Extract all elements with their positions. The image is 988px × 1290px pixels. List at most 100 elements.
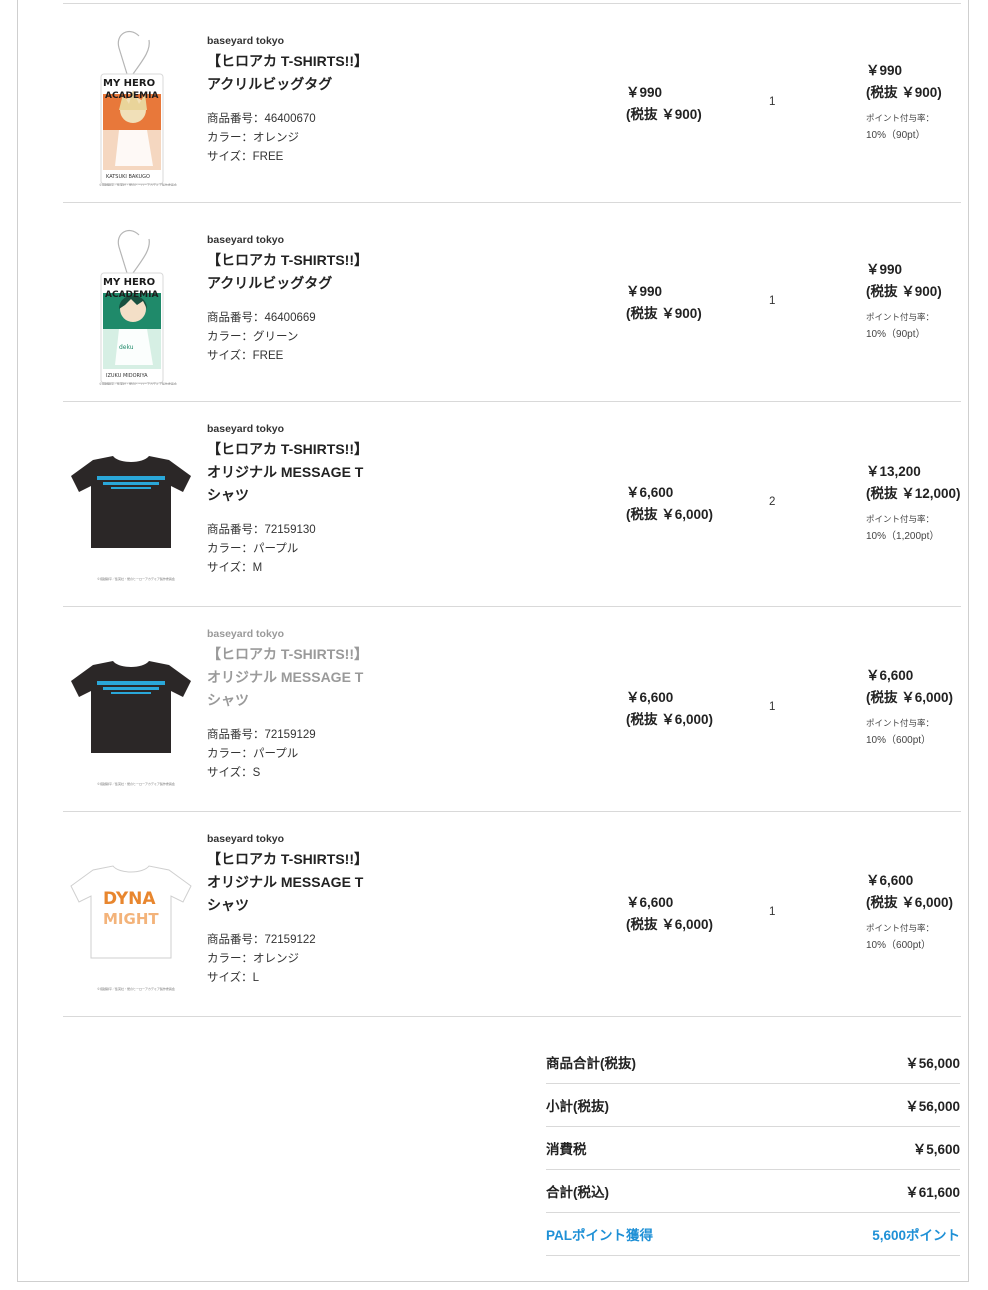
summary-pal-points: PALポイント獲得 5,600ポイント: [546, 1213, 960, 1256]
svg-text:©堀越耕平／集英社・僕のヒーローアカデミア製作委員会: ©堀越耕平／集英社・僕のヒーローアカデミア製作委員会: [97, 576, 175, 581]
points-rate: ポイント付与率： 10%（1,200pt）: [866, 511, 966, 545]
product-name[interactable]: 【ヒロアカ T-SHIRTS!!】オリジナル MESSAGE Tシャツ: [207, 848, 372, 917]
cart-item: ©堀越耕平／集英社・僕のヒーローアカデミア製作委員会 baseyard toky…: [63, 402, 961, 607]
svg-text:MIGHT: MIGHT: [103, 910, 159, 928]
line-subtotal: ￥6,600 (税抜 ￥6,000) ポイント付与率： 10%（600pt）: [866, 870, 966, 954]
product-thumbnail[interactable]: ©堀越耕平／集英社・僕のヒーローアカデミア製作委員会: [63, 424, 199, 584]
product-meta: 商品番号：72159129 カラー：パープル サイズ：S: [207, 726, 372, 783]
cart-item: DYNA MIGHT ©堀越耕平／集英社・僕のヒーローアカデミア製作委員会 ba…: [63, 812, 961, 1017]
points-rate: ポイント付与率： 10%（600pt）: [866, 920, 966, 954]
product-code: 商品番号：72159129: [207, 729, 316, 741]
product-name[interactable]: 【ヒロアカ T-SHIRTS!!】アクリルビッグタグ: [207, 50, 372, 96]
cart-panel: MY HERO ACADEMIA KATSUKI BAKUGO ©堀越耕平／集英…: [17, 0, 969, 1282]
brand-name: baseyard tokyo: [207, 833, 285, 845]
tshirt-image: ©堀越耕平／集英社・僕のヒーローアカデミア製作委員会: [71, 661, 191, 786]
svg-text:KATSUKI BAKUGO: KATSUKI BAKUGO: [106, 174, 150, 180]
svg-text:MY HERO: MY HERO: [103, 78, 155, 89]
summary-items-total: 商品合計(税抜) ￥56,000: [546, 1041, 960, 1084]
subtotal-incl: ￥6,600: [866, 873, 914, 888]
product-name[interactable]: 【ヒロアカ T-SHIRTS!!】オリジナル MESSAGE Tシャツ: [207, 438, 372, 507]
quantity: 1: [769, 96, 776, 108]
product-color: カラー：パープル: [207, 748, 299, 760]
items-total-value: ￥56,000: [905, 1056, 960, 1071]
product-thumbnail[interactable]: ©堀越耕平／集英社・僕のヒーローアカデミア製作委員会: [63, 629, 199, 789]
subtotal-excl: (税抜 ￥12,000): [866, 485, 961, 501]
line-subtotal: ￥990 (税抜 ￥900) ポイント付与率： 10%（90pt）: [866, 259, 966, 343]
product-code: 商品番号：72159130: [207, 524, 316, 536]
points-value: 10%（600pt）: [866, 735, 932, 746]
acrylic-tag-image: MY HERO ACADEMIA KATSUKI BAKUGO ©堀越耕平／集英…: [99, 31, 177, 186]
product-thumbnail[interactable]: deku MY HERO ACADEMIA IZUKU MIDORIYA ©堀越…: [63, 225, 199, 385]
unit-price: ￥6,600 (税抜 ￥6,000): [626, 687, 713, 731]
points-label: ポイント付与率：: [866, 718, 935, 728]
line-subtotal: ￥990 (税抜 ￥900) ポイント付与率： 10%（90pt）: [866, 60, 966, 144]
line-subtotal: ￥13,200 (税抜 ￥12,000) ポイント付与率： 10%（1,200p…: [866, 461, 966, 545]
product-thumbnail[interactable]: MY HERO ACADEMIA KATSUKI BAKUGO ©堀越耕平／集英…: [63, 26, 199, 186]
product-code: 商品番号：46400669: [207, 312, 316, 324]
product-code: 商品番号：46400670: [207, 113, 316, 125]
line-subtotal: ￥6,600 (税抜 ￥6,000) ポイント付与率： 10%（600pt）: [866, 665, 966, 749]
points-rate: ポイント付与率： 10%（90pt）: [866, 309, 966, 343]
cart-item: MY HERO ACADEMIA KATSUKI BAKUGO ©堀越耕平／集英…: [63, 4, 961, 203]
product-thumbnail[interactable]: DYNA MIGHT ©堀越耕平／集英社・僕のヒーローアカデミア製作委員会: [63, 834, 199, 994]
svg-text:deku: deku: [119, 344, 134, 351]
unit-price-incl: ￥990: [626, 284, 663, 299]
subtotal-value: ￥56,000: [905, 1099, 960, 1114]
svg-text:MY HERO: MY HERO: [103, 277, 155, 288]
points-label: ポイント付与率：: [866, 113, 935, 123]
unit-price-excl: (税抜 ￥900): [626, 306, 702, 321]
items-total-label: 商品合計(税抜): [546, 1056, 636, 1071]
product-size: サイズ：S: [207, 767, 261, 779]
product-name[interactable]: 【ヒロアカ T-SHIRTS!!】アクリルビッグタグ: [207, 249, 372, 295]
unit-price-excl: (税抜 ￥6,000): [626, 507, 714, 522]
cart-items: MY HERO ACADEMIA KATSUKI BAKUGO ©堀越耕平／集英…: [63, 3, 961, 1017]
svg-text:©堀越耕平／集英社・僕のヒーローアカデミア製作委員会: ©堀越耕平／集英社・僕のヒーローアカデミア製作委員会: [97, 986, 175, 991]
unit-price-incl: ￥990: [626, 85, 663, 100]
product-meta: 商品番号：72159122 カラー：オレンジ サイズ：L: [207, 931, 372, 988]
points-value: 10%（90pt）: [866, 329, 926, 340]
svg-text:ACADEMIA: ACADEMIA: [105, 91, 158, 101]
subtotal-incl: ￥990: [866, 262, 903, 277]
pal-points-value: 5,600ポイント: [872, 1228, 960, 1243]
svg-text:IZUKU MIDORIYA: IZUKU MIDORIYA: [106, 373, 148, 379]
subtotal-incl: ￥6,600: [866, 668, 914, 683]
tshirt-image: ©堀越耕平／集英社・僕のヒーローアカデミア製作委員会: [71, 456, 191, 581]
svg-text:DYNA: DYNA: [103, 889, 156, 909]
product-size: サイズ：L: [207, 972, 260, 984]
unit-price-incl: ￥6,600: [626, 895, 674, 910]
product-meta: 商品番号：46400670 カラー：オレンジ サイズ：FREE: [207, 110, 372, 167]
unit-price-incl: ￥6,600: [626, 690, 674, 705]
subtotal-excl: (税抜 ￥6,000): [866, 689, 954, 705]
tshirt-image: DYNA MIGHT ©堀越耕平／集英社・僕のヒーローアカデミア製作委員会: [70, 865, 192, 991]
summary-total: 合計(税込) ￥61,600: [546, 1170, 960, 1213]
tax-value: ￥5,600: [912, 1142, 960, 1157]
summary-tax: 消費税 ￥5,600: [546, 1127, 960, 1170]
product-name[interactable]: 【ヒロアカ T-SHIRTS!!】オリジナル MESSAGE Tシャツ: [207, 643, 372, 712]
product-info: baseyard tokyo 【ヒロアカ T-SHIRTS!!】オリジナル ME…: [207, 832, 372, 988]
subtotal-label: 小計(税抜): [546, 1099, 609, 1114]
unit-price-excl: (税抜 ￥900): [626, 107, 702, 122]
quantity: 1: [769, 906, 776, 918]
svg-text:©堀越耕平／集英社・僕のヒーローアカデミア製作委員会: ©堀越耕平／集英社・僕のヒーローアカデミア製作委員会: [99, 182, 177, 186]
product-color: カラー：オレンジ: [207, 953, 299, 965]
unit-price-incl: ￥6,600: [626, 485, 674, 500]
product-color: カラー：パープル: [207, 543, 299, 555]
svg-text:ACADEMIA: ACADEMIA: [105, 290, 158, 300]
points-value: 10%（90pt）: [866, 130, 926, 141]
points-label: ポイント付与率：: [866, 514, 935, 524]
pal-points-label: PALポイント獲得: [546, 1228, 653, 1243]
unit-price: ￥6,600 (税抜 ￥6,000): [626, 482, 713, 526]
points-value: 10%（600pt）: [866, 940, 932, 951]
unit-price-excl: (税抜 ￥6,000): [626, 917, 714, 932]
brand-name: baseyard tokyo: [207, 35, 285, 47]
product-info: baseyard tokyo 【ヒロアカ T-SHIRTS!!】アクリルビッグタ…: [207, 233, 372, 366]
points-label: ポイント付与率：: [866, 923, 935, 933]
subtotal-excl: (税抜 ￥6,000): [866, 894, 954, 910]
product-size: サイズ：FREE: [207, 350, 284, 362]
total-label: 合計(税込): [546, 1185, 609, 1200]
summary-subtotal: 小計(税抜) ￥56,000: [546, 1084, 960, 1127]
subtotal-incl: ￥13,200: [866, 464, 921, 479]
product-code: 商品番号：72159122: [207, 934, 316, 946]
product-size: サイズ：FREE: [207, 151, 284, 163]
quantity: 1: [769, 295, 776, 307]
